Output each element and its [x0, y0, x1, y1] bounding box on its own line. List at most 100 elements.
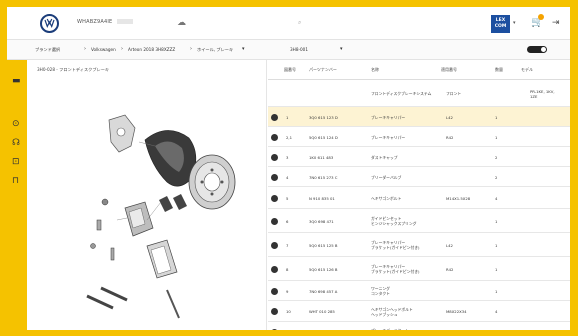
table-row[interactable]: 1 3Q0 615 123 D ブレーキキャリパー L42 1 — [268, 107, 570, 127]
part-number: WHT 010 285 — [309, 309, 335, 314]
row-number: 9 — [286, 288, 289, 294]
part-quantity: 1 — [495, 288, 498, 294]
part-spec: L42 — [446, 242, 453, 248]
row-bullet — [271, 265, 278, 273]
row-bullet — [271, 153, 278, 161]
column-header[interactable]: パーツナンバー — [309, 67, 337, 73]
column-header[interactable]: 適用番号 — [441, 67, 457, 73]
chevron-down-icon[interactable]: ▾ — [513, 20, 516, 26]
part-number: N 910 835 01 — [309, 195, 335, 201]
part-name: ワーニング コンタクト — [371, 286, 390, 296]
row-number: 3 — [286, 154, 289, 160]
breadcrumb-item[interactable]: ブランド選択 — [35, 47, 60, 53]
part-quantity: 1 — [495, 114, 498, 120]
table-row[interactable]: 6 3Q0 698 471 ガイドピンセット ヒンジシャックスプリング 1 — [268, 209, 570, 233]
part-spec: R42 — [446, 266, 454, 272]
vw-logo[interactable] — [40, 14, 59, 33]
table-row[interactable]: 10 WHT 010 285 ヘキサゴンヘッドボルト ヘッドブッシュ M8X22X34… — [268, 301, 570, 322]
table-header: 図番号 パーツナンバー 名称 適用番号 数量 モデル — [268, 60, 570, 80]
row-bullet — [271, 308, 278, 315]
part-name: ダストキャップ — [371, 154, 398, 160]
cart-icon[interactable]: ⊓ — [12, 176, 19, 186]
row-bullet — [271, 217, 278, 225]
table-row[interactable]: 2,1 5Q0 615 124 D ブレーキキャリパー R42 1 — [268, 127, 570, 147]
exploded-parts-diagram[interactable] — [27, 70, 267, 330]
column-header[interactable]: 図番号 — [284, 67, 296, 73]
cloud-icon[interactable]: ☁ — [177, 18, 186, 28]
part-spec: L42 — [446, 114, 453, 120]
dealer-code-text: WHABZ9A4IE — [77, 19, 113, 25]
part-number: 7N0 615 273 C — [309, 174, 338, 180]
column-header[interactable]: 数量 — [495, 67, 503, 73]
row-bullet — [271, 133, 278, 141]
breadcrumb-item[interactable]: ホイール, ブレーキ — [197, 47, 233, 53]
part-quantity: 2 — [495, 154, 498, 160]
headset-icon[interactable]: ☊ — [12, 138, 20, 148]
part-name: ブレーキパッドセット インナーパッド — [371, 327, 409, 331]
search-icon[interactable]: ⊙ — [12, 119, 20, 129]
part-name: ブリーダーバルブ — [371, 174, 402, 180]
group-status: フロント — [446, 91, 462, 96]
sidebar: ▬ ⊙ ☊ ⊡ ⊓ — [7, 60, 27, 330]
part-spec: M14X1.5X28 — [446, 195, 471, 201]
row-number: 10 — [286, 309, 291, 314]
part-number: 5Q0 615 125 B — [309, 242, 338, 248]
row-bullet — [271, 241, 278, 249]
row-bullet — [271, 194, 278, 202]
logout-icon[interactable]: ⇥ — [552, 18, 560, 28]
part-quantity: 1 — [495, 218, 498, 224]
top-header: WHABZ9A4IE ☁ ⌕ LEX COM ▾ 🛒 ⇥ — [7, 7, 570, 40]
car-icon[interactable]: ▬ — [12, 76, 21, 86]
part-number: 3Q0 698 471 — [309, 218, 334, 224]
part-quantity: 4 — [495, 309, 498, 314]
group-name: フロントディスクブレーキシステム — [371, 91, 432, 96]
view-toggle[interactable] — [527, 46, 547, 53]
cart-badge — [538, 14, 544, 20]
row-bullet — [271, 329, 278, 330]
chevron-down-icon[interactable]: ▾ — [340, 46, 343, 52]
chevron-right-icon: › — [121, 46, 123, 52]
cart-icon[interactable]: ⊡ — [12, 157, 20, 167]
part-name: ブレーキキャリパー — [371, 134, 406, 140]
part-number: 5Q0 615 124 D — [309, 134, 338, 140]
part-quantity: 2 — [495, 174, 498, 180]
part-spec: M8X22X34 — [446, 309, 467, 314]
part-quantity: 1 — [495, 266, 498, 272]
row-number: 7 — [286, 242, 289, 248]
lexcom-button[interactable]: LEX COM — [491, 15, 510, 33]
column-header[interactable]: モデル — [521, 67, 533, 73]
table-row[interactable]: 8 5Q0 615 126 B ブレーキキャリパー ブラケット(ガイドピン付き) R4… — [268, 257, 570, 281]
row-bullet — [271, 113, 278, 121]
row-number: 1 — [286, 114, 289, 120]
part-number: 7N0 698 457 A — [309, 288, 338, 294]
chevron-down-icon[interactable]: ▾ — [242, 46, 245, 52]
model-filter[interactable]: 3H8-001 — [290, 47, 308, 52]
breadcrumb: ブランド選択 › Volkswagen › Arteon 2018 3H8XZZ… — [7, 40, 570, 60]
table-row[interactable]: 5 N 910 835 01 ヘキサゴンボルト M14X1.5X28 4 — [268, 187, 570, 209]
app-window: WHABZ9A4IE ☁ ⌕ LEX COM ▾ 🛒 ⇥ ブランド選択 › Vo… — [7, 7, 570, 330]
part-quantity: 4 — [495, 195, 498, 201]
part-number: 3Q0 615 123 D — [309, 114, 338, 120]
search-icon[interactable]: ⌕ — [298, 19, 301, 27]
column-header[interactable]: 名称 — [371, 67, 379, 73]
row-number: 6 — [286, 218, 289, 224]
breadcrumb-item[interactable]: Volkswagen — [91, 47, 116, 52]
table-row-group[interactable]: フロントディスクブレーキシステム フロント PR-1KE, 1KV, 1ZE — [268, 80, 570, 107]
table-row[interactable]: 4 7N0 615 273 C ブリーダーバルブ 2 — [268, 167, 570, 187]
breadcrumb-item[interactable]: Arteon 2018 3H8XZZZ — [128, 47, 175, 52]
table-row[interactable]: 7 5Q0 615 125 B ブレーキキャリパー ブラケット(ガイドピン付き) L4… — [268, 233, 570, 257]
row-number: 8 — [286, 266, 289, 272]
chevron-right-icon: › — [190, 46, 192, 52]
part-name: ヘキサゴンヘッドボルト ヘッドブッシュ — [371, 306, 413, 317]
part-quantity: 1 — [495, 242, 498, 248]
dealer-code-box — [117, 19, 134, 24]
table-row[interactable]: 3 1K0 611 483 ダストキャップ 2 — [268, 147, 570, 167]
parts-table: 図番号 パーツナンバー 名称 適用番号 数量 モデル フロントディスクブレーキシ… — [268, 60, 570, 330]
table-row[interactable]: 115Q0 698 151 AHブレーキパッドセット インナーパッドフロント1P… — [268, 322, 570, 330]
table-row[interactable]: 9 7N0 698 457 A ワーニング コンタクト 1 — [268, 281, 570, 301]
part-number: 1K0 611 483 — [309, 154, 334, 160]
row-bullet — [271, 287, 278, 295]
row-bullet — [271, 173, 278, 181]
part-spec: R42 — [446, 134, 454, 140]
diagram-pane: 3H0-028 - フロントディスクブレーキ — [27, 60, 267, 330]
